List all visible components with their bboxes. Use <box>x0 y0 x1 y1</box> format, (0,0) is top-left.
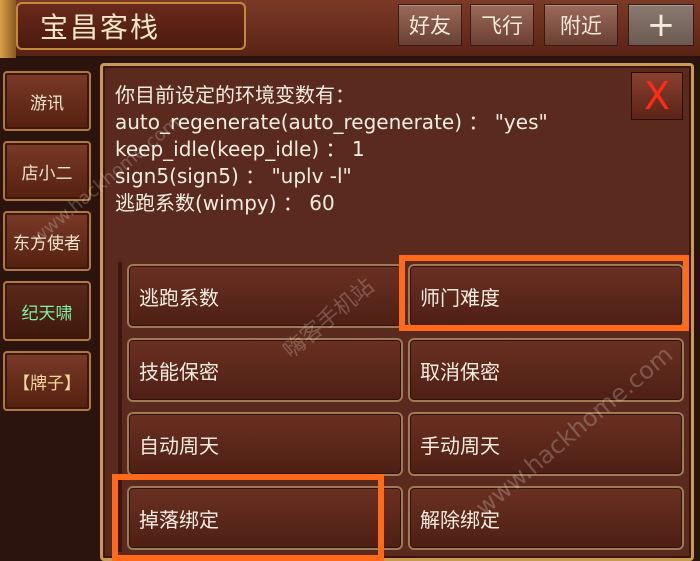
sidebar-item-ji-tianxiao[interactable]: 纪天啸 <box>3 281 91 341</box>
plus-button[interactable]: + <box>628 4 694 46</box>
env-variables-text: 你目前设定的环境变数有： auto_regenerate(auto_regene… <box>115 82 635 217</box>
sidebar-item-dongfang-shizhe[interactable]: 东方使者 <box>3 211 91 271</box>
option-skill-secret-button[interactable]: 技能保密 <box>127 338 403 402</box>
fly-button[interactable]: 飞行 <box>470 4 534 46</box>
option-unbind-button[interactable]: 解除绑定 <box>408 486 684 550</box>
option-auto-zhoutian-button[interactable]: 自动周天 <box>127 412 403 476</box>
info-line: 你目前设定的环境变数有： <box>115 83 355 107</box>
sidebar-item-dianxiaoer[interactable]: 店小二 <box>3 141 91 201</box>
top-bar: 宝昌客栈 好友 飞行 附近 + <box>0 0 700 58</box>
friends-button[interactable]: 好友 <box>398 4 462 46</box>
info-line: sign5(sign5) ： "uplv -l" <box>115 164 352 188</box>
sidebar-item-paizi[interactable]: 【牌子】 <box>3 351 91 411</box>
info-line: 逃跑系数(wimpy) ： 60 <box>115 191 335 215</box>
scrollbar[interactable] <box>118 262 122 552</box>
info-line: keep_idle(keep_idle) ： 1 <box>115 137 365 161</box>
option-cancel-secret-button[interactable]: 取消保密 <box>408 338 684 402</box>
nearby-button[interactable]: 附近 <box>544 4 618 46</box>
info-line: auto_regenerate(auto_regenerate) ： "yes" <box>115 110 548 134</box>
corner-ornament <box>0 0 16 58</box>
option-manual-zhoutian-button[interactable]: 手动周天 <box>408 412 684 476</box>
option-drop-bind-button[interactable]: 掉落绑定 <box>127 486 403 550</box>
option-wimpy-button[interactable]: 逃跑系数 <box>127 264 403 328</box>
close-button[interactable]: X <box>631 72 683 120</box>
location-title: 宝昌客栈 <box>40 11 161 44</box>
npc-sidebar: 游讯 店小二 东方使者 纪天啸 【牌子】 <box>0 58 100 561</box>
settings-panel: 你目前设定的环境变数有： auto_regenerate(auto_regene… <box>100 63 694 561</box>
option-master-difficulty-button[interactable]: 师门难度 <box>408 264 684 328</box>
sidebar-item-youxun[interactable]: 游讯 <box>3 71 91 131</box>
